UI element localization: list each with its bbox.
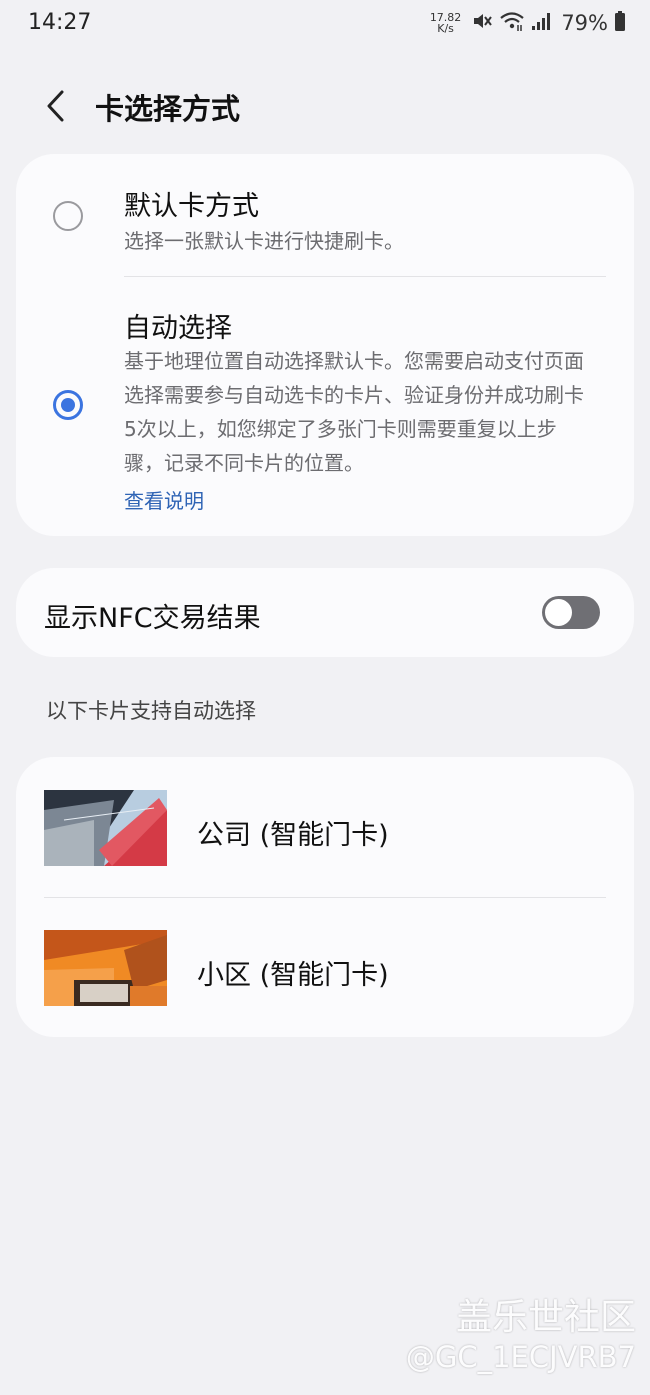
option-auto-select[interactable]: 自动选择 基于地理位置自动选择默认卡。您需要启动支付页面选择需要参与自动选卡的卡… (16, 278, 634, 536)
watermark-user-id: @GC_1ECJVRB7 (405, 1340, 636, 1374)
option-default-card[interactable]: 默认卡方式 选择一张默认卡进行快捷刷卡。 (16, 154, 634, 274)
community-card-thumbnail (44, 930, 167, 1006)
supported-cards-header: 以下卡片支持自动选择 (46, 699, 256, 723)
wifi-icon (499, 10, 525, 36)
nfc-result-card[interactable]: 显示NFC交易结果 (16, 568, 634, 657)
selection-mode-card: 默认卡方式 选择一张默认卡进行快捷刷卡。 自动选择 基于地理位置自动选择默认卡。… (16, 154, 634, 536)
status-icons: 17.82 K/s 79% (430, 10, 626, 36)
page-title: 卡选择方式 (95, 92, 241, 126)
app-bar: 卡选择方式 (0, 78, 650, 134)
signal-icon (531, 11, 551, 35)
network-speed: 17.82 K/s (430, 12, 462, 34)
radio-default-card[interactable] (53, 201, 83, 231)
card-name: 公司 (智能门卡) (197, 820, 389, 851)
watermark-community-name: 盖乐世社区 (455, 1297, 636, 1338)
company-card-thumbnail (44, 790, 167, 866)
supported-cards-list: 公司 (智能门卡) 小区 (智能门卡) (16, 757, 634, 1037)
list-item-community-card[interactable]: 小区 (智能门卡) (16, 897, 634, 1037)
view-instructions-link[interactable]: 查看说明 (124, 485, 204, 514)
option-title: 自动选择 (124, 313, 232, 344)
list-item-company-card[interactable]: 公司 (智能门卡) (16, 757, 634, 897)
option-description: 基于地理位置自动选择默认卡。您需要启动支付页面选择需要参与自动选卡的卡片、验证身… (124, 349, 584, 475)
nfc-result-toggle[interactable] (542, 596, 600, 629)
card-name: 小区 (智能门卡) (197, 960, 389, 991)
status-time: 14:27 (28, 10, 92, 35)
option-title: 默认卡方式 (124, 191, 259, 222)
nfc-result-label: 显示NFC交易结果 (44, 603, 261, 634)
option-divider (124, 276, 606, 277)
radio-auto-select[interactable] (53, 390, 83, 420)
mute-icon (471, 10, 493, 36)
network-speed-unit: K/s (437, 22, 454, 35)
battery-level: 79% (561, 11, 608, 35)
battery-icon (614, 10, 626, 36)
back-button[interactable] (36, 84, 76, 128)
back-arrow-icon (47, 90, 64, 122)
option-description: 选择一张默认卡进行快捷刷卡。 (124, 229, 404, 253)
toggle-knob (543, 597, 574, 628)
status-bar: 14:27 17.82 K/s 79% (0, 0, 650, 50)
